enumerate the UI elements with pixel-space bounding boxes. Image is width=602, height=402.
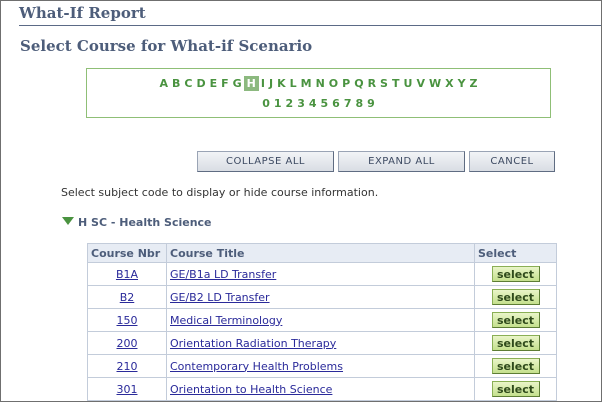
course-nbr-link[interactable]: 301 bbox=[117, 383, 138, 396]
course-nbr-cell: 301 bbox=[87, 377, 167, 401]
course-nbr-link[interactable]: 210 bbox=[117, 360, 138, 373]
table-row: 301 Orientation to Health Science select bbox=[87, 377, 557, 401]
digit-link[interactable]: 4 bbox=[307, 97, 319, 110]
select-cell: select bbox=[474, 354, 557, 378]
course-nbr-cell: 150 bbox=[87, 308, 167, 332]
course-title-link[interactable]: Orientation to Health Science bbox=[170, 383, 332, 396]
alphabet-index: ABCDEFGHIJKLMNOPQRSTUVWXYZ 0123456789 bbox=[86, 68, 551, 118]
course-title-cell: Orientation Radiation Therapy bbox=[166, 331, 475, 355]
digit-link[interactable]: 6 bbox=[330, 97, 342, 110]
select-button[interactable]: select bbox=[491, 312, 540, 328]
course-title-link[interactable]: Medical Terminology bbox=[170, 314, 282, 327]
course-nbr-link[interactable]: 150 bbox=[117, 314, 138, 327]
select-button[interactable]: select bbox=[491, 335, 540, 351]
course-title-link[interactable]: GE/B2 LD Transfer bbox=[170, 291, 270, 304]
letter-links: ABCDEFGHIJKLMNOPQRSTUVWXYZ bbox=[87, 76, 550, 91]
table-row: 150 Medical Terminology select bbox=[87, 308, 557, 332]
digit-link[interactable]: 0 bbox=[260, 97, 272, 110]
select-button[interactable]: select bbox=[491, 289, 540, 305]
letter-link[interactable]: B bbox=[170, 77, 182, 90]
letter-link[interactable]: Z bbox=[468, 77, 480, 90]
letter-link[interactable]: Q bbox=[352, 77, 365, 90]
letter-link[interactable]: P bbox=[340, 77, 352, 90]
instruction-text: Select subject code to display or hide c… bbox=[61, 186, 379, 199]
letter-link[interactable]: H bbox=[243, 76, 259, 91]
letter-link[interactable]: I bbox=[259, 77, 267, 90]
course-title-cell: GE/B2 LD Transfer bbox=[166, 285, 475, 309]
course-title-cell: Medical Terminology bbox=[166, 308, 475, 332]
course-title-cell: GE/B1a LD Transfer bbox=[166, 262, 475, 286]
letter-link[interactable]: T bbox=[390, 77, 402, 90]
letter-link[interactable]: G bbox=[231, 77, 244, 90]
collapse-all-button[interactable]: COLLAPSE ALL bbox=[197, 151, 334, 172]
letter-link[interactable]: R bbox=[366, 77, 378, 90]
course-nbr-cell: B2 bbox=[87, 285, 167, 309]
letter-link[interactable]: A bbox=[157, 77, 170, 90]
select-button[interactable]: select bbox=[491, 358, 540, 374]
letter-link[interactable]: D bbox=[194, 77, 207, 90]
page-header: What-If Report bbox=[19, 4, 146, 22]
letter-link[interactable]: N bbox=[314, 77, 327, 90]
subject-label: H SC - Health Science bbox=[78, 216, 212, 229]
letter-link[interactable]: E bbox=[208, 77, 220, 90]
table-row: 200 Orientation Radiation Therapy select bbox=[87, 331, 557, 355]
letter-link[interactable]: F bbox=[219, 77, 231, 90]
letter-link[interactable]: O bbox=[327, 77, 340, 90]
letter-link[interactable]: W bbox=[427, 77, 443, 90]
course-title-cell: Contemporary Health Problems bbox=[166, 354, 475, 378]
course-title-link[interactable]: Contemporary Health Problems bbox=[170, 360, 343, 373]
course-nbr-link[interactable]: B2 bbox=[120, 291, 135, 304]
course-nbr-link[interactable]: 200 bbox=[117, 337, 138, 350]
letter-link[interactable]: L bbox=[288, 77, 299, 90]
digit-links: 0123456789 bbox=[87, 97, 550, 110]
select-button[interactable]: select bbox=[491, 266, 540, 282]
select-cell: select bbox=[474, 262, 557, 286]
subject-toggle[interactable]: H SC - Health Science bbox=[62, 216, 212, 229]
triangle-down-icon[interactable] bbox=[62, 217, 74, 225]
select-cell: select bbox=[474, 308, 557, 332]
column-header-course-nbr: Course Nbr bbox=[87, 243, 167, 263]
select-button[interactable]: select bbox=[491, 381, 540, 397]
header-divider bbox=[19, 25, 601, 26]
course-nbr-link[interactable]: B1A bbox=[116, 268, 138, 281]
column-header-select: Select bbox=[474, 243, 557, 263]
cancel-button[interactable]: CANCEL bbox=[469, 151, 555, 172]
letter-link[interactable]: U bbox=[402, 77, 415, 90]
letter-link[interactable]: V bbox=[414, 77, 427, 90]
course-title-link[interactable]: Orientation Radiation Therapy bbox=[170, 337, 336, 350]
letter-link[interactable]: S bbox=[378, 77, 390, 90]
course-nbr-cell: B1A bbox=[87, 262, 167, 286]
digit-link[interactable]: 8 bbox=[353, 97, 365, 110]
digit-link[interactable]: 7 bbox=[342, 97, 354, 110]
digit-link[interactable]: 5 bbox=[319, 97, 331, 110]
expand-all-button[interactable]: EXPAND ALL bbox=[338, 151, 465, 172]
course-nbr-cell: 210 bbox=[87, 354, 167, 378]
table-row: B2 GE/B2 LD Transfer select bbox=[87, 285, 557, 309]
letter-link[interactable]: J bbox=[267, 77, 275, 90]
column-header-course-title: Course Title bbox=[166, 243, 475, 263]
table-row: 210 Contemporary Health Problems select bbox=[87, 354, 557, 378]
digit-link[interactable]: 3 bbox=[295, 97, 307, 110]
course-title-link[interactable]: GE/B1a LD Transfer bbox=[170, 268, 276, 281]
letter-link[interactable]: Y bbox=[456, 77, 468, 90]
page-title: Select Course for What-if Scenario bbox=[20, 37, 313, 55]
table-row: B1A GE/B1a LD Transfer select bbox=[87, 262, 557, 286]
course-table: Course Nbr Course Title Select B1A GE/B1a… bbox=[87, 243, 557, 401]
digit-link[interactable]: 1 bbox=[272, 97, 284, 110]
letter-link[interactable]: C bbox=[182, 77, 194, 90]
digit-link[interactable]: 2 bbox=[284, 97, 296, 110]
letter-link[interactable]: X bbox=[443, 77, 455, 90]
course-title-cell: Orientation to Health Science bbox=[166, 377, 475, 401]
letter-link[interactable]: M bbox=[299, 77, 314, 90]
digit-link[interactable]: 9 bbox=[365, 97, 377, 110]
select-cell: select bbox=[474, 331, 557, 355]
letter-link[interactable]: K bbox=[275, 77, 288, 90]
select-cell: select bbox=[474, 285, 557, 309]
course-nbr-cell: 200 bbox=[87, 331, 167, 355]
table-header-row: Course Nbr Course Title Select bbox=[87, 243, 557, 263]
select-cell: select bbox=[474, 377, 557, 401]
